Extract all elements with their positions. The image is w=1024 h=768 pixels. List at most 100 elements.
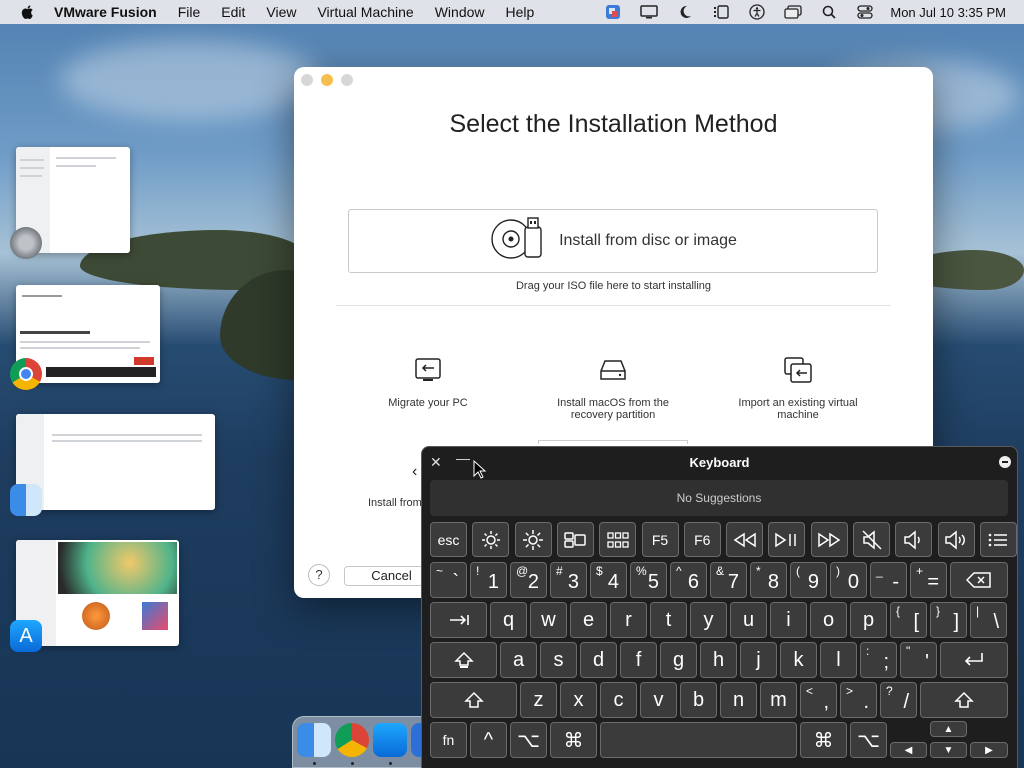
key-command-right[interactable]: ⌘ [800,722,847,758]
key-a[interactable]: a [500,642,537,678]
key-number-1[interactable]: ! 1 [470,562,507,598]
keyboard-options-icon[interactable] [999,456,1011,468]
help-button[interactable]: ? [308,564,330,586]
stage-manager-icon[interactable] [712,4,730,20]
key-f5[interactable]: F5 [641,522,679,557]
key-c[interactable]: c [600,682,637,718]
key-arrow-down[interactable]: ▼ [930,742,967,758]
chrome-app-icon[interactable] [10,358,42,390]
focus-moon-icon[interactable] [676,4,694,20]
key-v[interactable]: v [640,682,677,718]
key-number-4[interactable]: $4 [590,562,627,598]
key-number-5[interactable]: % 5 [630,562,667,598]
key-s[interactable]: s [540,642,577,678]
control-center-icon[interactable] [856,4,874,20]
key-mission-control[interactable] [556,522,594,557]
install-from-partial-label[interactable]: Install from [368,497,422,509]
key-number-6[interactable]: ^ 6 [670,562,707,598]
key-caps-lock[interactable] [430,642,497,678]
key-shift-right[interactable] [920,682,1008,718]
key-play-pause[interactable] [768,522,806,557]
key-f6[interactable]: F6 [683,522,721,557]
key-k[interactable]: k [780,642,817,678]
key-x[interactable]: x [560,682,597,718]
key-q[interactable]: q [490,602,527,638]
finder-app-icon[interactable] [10,484,42,516]
key-brightness-down[interactable] [472,522,510,557]
key-launchpad[interactable] [599,522,637,557]
key-number-3[interactable]: #3 [550,562,587,598]
key-number-8[interactable]: * 8 [750,562,787,598]
key-number-0[interactable]: ~ ` [430,562,467,598]
key-arrow-up[interactable]: ▲ [930,721,967,737]
key-z[interactable]: z [520,682,557,718]
key-tab[interactable] [430,602,487,638]
stage-window-finder[interactable] [16,414,215,510]
key-sym-a-1[interactable]: " ' [900,642,937,678]
menu-virtual-machine[interactable]: Virtual Machine [317,4,413,20]
key-l[interactable]: l [820,642,857,678]
menu-file[interactable]: File [178,4,201,20]
key-number-2[interactable]: @2 [510,562,547,598]
key-arrow-right[interactable]: ▶ [970,742,1008,758]
key-number-7[interactable]: & 7 [710,562,747,598]
display-icon[interactable] [640,4,659,20]
apple-menu-icon[interactable] [20,4,36,20]
migrate-pc-option[interactable]: Migrate your PC [358,355,498,409]
dock-chrome-icon[interactable] [335,723,369,757]
menu-window[interactable]: Window [435,4,485,20]
search-icon[interactable] [820,4,838,20]
import-vm-option[interactable]: Import an existing virtual machine [728,355,868,421]
key-w[interactable]: w [530,602,567,638]
key-m[interactable]: m [760,682,797,718]
key-sym-q-1[interactable]: }] [930,602,967,638]
key-b[interactable]: b [680,682,717,718]
key-g[interactable]: g [660,642,697,678]
key-e[interactable]: e [570,602,607,638]
accessibility-icon[interactable] [748,4,766,20]
key-shift-left[interactable] [430,682,517,718]
menubar-clock[interactable]: Mon Jul 10 3:35 PM [890,5,1006,20]
key-u[interactable]: u [730,602,767,638]
key-return[interactable] [940,642,1008,678]
zoom-window-button[interactable] [341,74,353,86]
minimize-window-button[interactable] [321,74,333,86]
key-volume-down[interactable] [895,522,933,557]
key-volume-up[interactable] [937,522,975,557]
key-rewind[interactable] [726,522,764,557]
install-from-disc-button[interactable]: Install from disc or image [348,209,878,273]
key-number-12[interactable]: + = [910,562,947,598]
key-t[interactable]: t [650,602,687,638]
key-sym-a-0[interactable]: :; [860,642,897,678]
key-control[interactable]: ^ [470,722,507,758]
close-window-button[interactable] [301,74,313,86]
system-settings-app-icon[interactable] [10,227,42,259]
screen-mirroring-icon[interactable] [784,4,803,20]
app-menu[interactable]: VMware Fusion [54,4,157,20]
app-store-app-icon[interactable]: A [10,620,42,652]
key-sym-z-0[interactable]: <, [800,682,837,718]
key-h[interactable]: h [700,642,737,678]
key-option-right[interactable]: ⌥ [850,722,887,758]
menu-help[interactable]: Help [506,4,535,20]
menu-view[interactable]: View [266,4,296,20]
key-command-left[interactable]: ⌘ [550,722,597,758]
key-number-9[interactable]: (9 [790,562,827,598]
key-space[interactable] [600,722,797,758]
dock-app-store-icon[interactable] [373,723,407,757]
key-option-left[interactable]: ⌥ [510,722,547,758]
key-number-10[interactable]: ) 0 [830,562,867,598]
key-esc[interactable]: esc [430,522,467,557]
key-sym-q-2[interactable]: | \ [970,602,1007,638]
key-o[interactable]: o [810,602,847,638]
key-f[interactable]: f [620,642,657,678]
key-delete[interactable] [950,562,1008,598]
key-list[interactable] [979,522,1017,557]
key-d[interactable]: d [580,642,617,678]
key-number-11[interactable]: _ - [870,562,907,598]
key-n[interactable]: n [720,682,757,718]
key-sym-z-2[interactable]: ? / [880,682,917,718]
key-sym-z-1[interactable]: >. [840,682,877,718]
key-sym-q-0[interactable]: {[ [890,602,927,638]
key-y[interactable]: y [690,602,727,638]
